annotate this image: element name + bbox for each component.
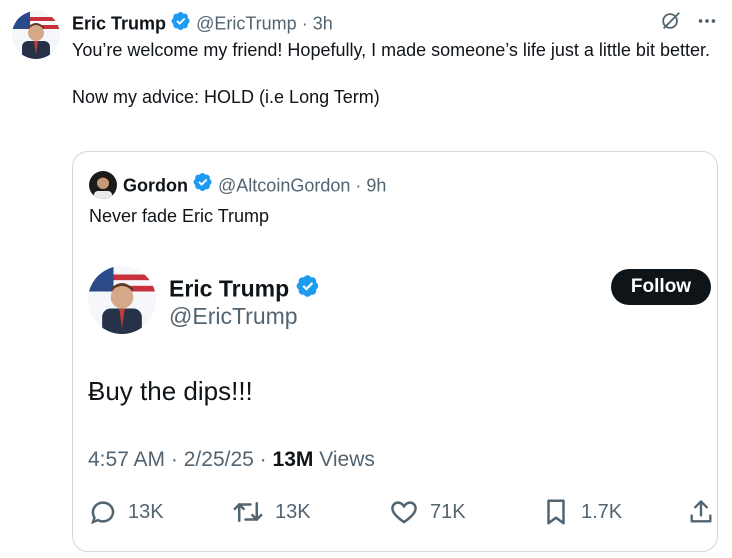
tweet-text-line: Now my advice: HOLD (i.e Long Term) (72, 87, 380, 107)
embedded-meta: 4:57 AM · 2/25/25 · 13M Views (88, 448, 375, 472)
verified-badge-icon (296, 274, 320, 304)
follow-button: Follow (611, 269, 711, 305)
share-action (687, 497, 715, 527)
repost-action: 13K (231, 497, 311, 527)
embedded-actions: 13K 13K 71K 1.7K (73, 497, 719, 531)
quote-avatar[interactable] (89, 171, 117, 199)
views-count: 13M (272, 448, 314, 471)
repost-count: 13K (275, 500, 311, 523)
bookmark-action: 1.7K (541, 497, 622, 527)
tweet-text: You’re welcome my friend! Hopefully, I m… (72, 38, 722, 110)
quote-timestamp[interactable]: 9h (366, 175, 386, 195)
share-icon (687, 497, 715, 527)
separator: · (259, 448, 267, 471)
quote-author-name[interactable]: Gordon (123, 175, 188, 195)
quote-tweet-card[interactable]: Gordon @AltcoinGordon · 9h Never fade Er… (72, 151, 718, 552)
like-count: 71K (430, 500, 466, 523)
author-handle[interactable]: @EricTrump (196, 14, 297, 34)
reply-count: 13K (128, 500, 164, 523)
embedded-time: 4:57 AM (88, 448, 166, 471)
embedded-tweet-text: Ƀuy the dips!!! (88, 376, 253, 406)
timestamp[interactable]: 3h (313, 14, 333, 34)
embedded-date: 2/25/25 (183, 448, 254, 471)
quote-text: Never fade Eric Trump (89, 206, 270, 226)
like-action: 71K (388, 497, 466, 527)
verified-badge-icon (193, 172, 213, 198)
tweet-text-line: You’re welcome my friend! Hopefully, I m… (72, 40, 710, 60)
quote-author-handle[interactable]: @AltcoinGordon (218, 175, 350, 195)
separator: · (301, 13, 308, 34)
quote-header: Gordon @AltcoinGordon · 9h (123, 172, 386, 198)
bookmark-count: 1.7K (581, 500, 623, 523)
avatar[interactable] (12, 11, 60, 59)
reply-action: 13K (88, 497, 164, 527)
heart-icon (388, 497, 420, 527)
separator: · (170, 448, 178, 471)
grok-icon[interactable] (660, 10, 682, 37)
views-label: Views (319, 448, 375, 471)
bookmark-icon (541, 497, 571, 527)
reply-icon (88, 497, 118, 527)
verified-badge-icon (171, 11, 191, 36)
tweet-header: Eric Trump @EricTrump · 3h (72, 11, 333, 36)
embedded-author-handle: @EricTrump (169, 303, 298, 329)
separator: · (355, 175, 362, 196)
more-icon[interactable] (696, 10, 718, 37)
embedded-avatar (88, 266, 156, 334)
author-name[interactable]: Eric Trump (72, 14, 166, 34)
embedded-author: Eric Trump (169, 274, 320, 304)
repost-icon (231, 497, 265, 527)
top-actions (660, 10, 718, 37)
embedded-author-name: Eric Trump (169, 275, 290, 302)
